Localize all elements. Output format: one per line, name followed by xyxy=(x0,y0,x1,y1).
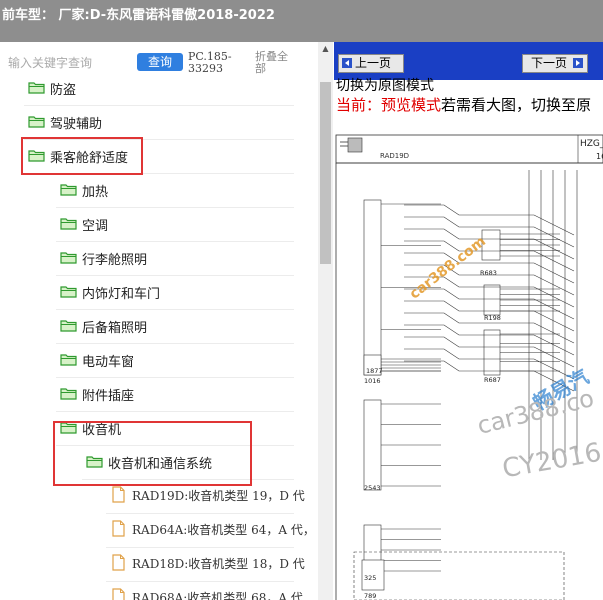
tree-item-label: 加热 xyxy=(82,185,109,200)
tree-folder-item[interactable]: 内饰灯和车门 xyxy=(60,276,160,302)
scroll-up-icon[interactable]: ▲ xyxy=(318,44,333,54)
scroll-thumb[interactable] xyxy=(320,82,331,264)
tree-item-label: RAD64A:收音机类型 64，A 代， xyxy=(132,523,315,537)
tree-folder-item[interactable]: 电动车窗 xyxy=(60,344,134,370)
component-block xyxy=(363,199,382,376)
module-outline xyxy=(353,551,565,600)
tree-row-divider xyxy=(56,241,294,242)
next-arrow-icon xyxy=(573,58,583,68)
document-icon xyxy=(112,554,125,571)
tree-item-label: 附件插座 xyxy=(82,389,135,404)
highlight-box-cabin xyxy=(21,137,143,175)
prev-page-button[interactable]: 上一页 xyxy=(338,54,404,73)
tree-row-divider xyxy=(106,547,294,548)
viewer-panel: 上一页 下一页 切换为原图模式 当前：预览模式若需看大图，切换至原 RAD19D… xyxy=(334,42,603,600)
document-icon xyxy=(112,588,125,600)
pc-code: PC.185-33293 xyxy=(188,50,232,75)
tree-folder-item[interactable]: 加热 xyxy=(60,174,108,200)
tree-folder-item[interactable]: 驾驶辅助 xyxy=(28,106,102,132)
component-block xyxy=(483,329,501,376)
page-title: 前车型： 厂家:D-东风雷诺科雷傲2018-2022 xyxy=(2,8,275,23)
tree-item-label: 后备箱照明 xyxy=(82,321,148,336)
diagram-title-right: HZG_ xyxy=(580,139,603,149)
tree-row-divider xyxy=(56,275,294,276)
tree-row-divider xyxy=(56,309,294,310)
highlight-box-radio xyxy=(53,421,252,486)
mode-hint: 若需看大图，切换至原 xyxy=(441,96,592,114)
tree-row-divider xyxy=(56,377,294,378)
prev-arrow-icon xyxy=(342,58,352,68)
tree-folder-item[interactable]: 后备箱照明 xyxy=(60,310,147,336)
folder-icon xyxy=(28,116,45,128)
tree-item-label: 行李舱照明 xyxy=(82,253,148,268)
collapse-all-button[interactable]: 折叠全部 xyxy=(255,51,297,75)
component-label: R198 xyxy=(484,314,501,322)
tree-scrollbar[interactable]: ▲ xyxy=(318,42,333,600)
query-button[interactable]: 查询 xyxy=(137,53,183,71)
folder-icon xyxy=(60,184,77,196)
original-mode-link[interactable]: 切换为原图模式 xyxy=(336,75,434,95)
folder-icon xyxy=(60,252,77,264)
tree-row-divider xyxy=(106,513,294,514)
folder-icon xyxy=(28,82,45,94)
mode-current: 当前：预览模式 xyxy=(336,96,442,114)
next-page-label: 下一页 xyxy=(531,56,568,70)
tree-folder-item[interactable]: 附件插座 xyxy=(60,378,134,404)
tree-row-divider xyxy=(56,343,294,344)
tree-row-divider xyxy=(24,105,294,106)
tree-item-label: RAD19D:收音机类型 19，D 代 xyxy=(132,489,305,503)
tree-item-label: 电动车窗 xyxy=(82,355,135,370)
document-icon xyxy=(112,486,125,503)
tree-item-label: 内饰灯和车门 xyxy=(82,287,161,302)
tree-item-label: RAD18D:收音机类型 18，D 代 xyxy=(132,557,305,571)
mode-status: 当前：预览模式若需看大图，切换至原 xyxy=(336,94,591,115)
left-panel: 输入关键字查询 查询 PC.185-33293 折叠全部 防盗 驾驶辅助 乘客舱舒适… xyxy=(0,42,333,600)
tree-folder-item[interactable]: 防盗 xyxy=(28,72,76,98)
component-label: 789 xyxy=(364,592,376,600)
folder-icon xyxy=(60,286,77,298)
diagram-title-left: RAD19D xyxy=(380,152,409,160)
folder-icon xyxy=(60,354,77,366)
wiring-diagram[interactable]: RAD19D HZG_ 16 R683 R198 R687 1877 1016 2543 3… xyxy=(334,130,603,600)
search-row: 输入关键字查询 查询 PC.185-33293 折叠全部 xyxy=(0,42,318,82)
tree-row-divider xyxy=(56,411,294,412)
component-label: 1016 xyxy=(364,377,381,385)
component-block xyxy=(363,399,382,491)
folder-icon xyxy=(60,218,77,230)
tree-folder-item[interactable]: 空调 xyxy=(60,208,108,234)
diagram-title-right-sub: 16 xyxy=(596,152,603,161)
tree-folder-item[interactable]: 行李舱照明 xyxy=(60,242,147,268)
tree-item-label: 防盗 xyxy=(50,83,77,98)
title-bar: 前车型： 厂家:D-东风雷诺科雷傲2018-2022 xyxy=(0,0,603,42)
document-icon xyxy=(112,520,125,537)
component-label: 1877 xyxy=(366,367,383,375)
component-label: 325 xyxy=(364,574,376,582)
tree-row-divider xyxy=(106,581,294,582)
component-block xyxy=(483,284,501,316)
prev-page-label: 上一页 xyxy=(355,56,392,70)
folder-icon xyxy=(60,388,77,400)
component-label: R683 xyxy=(480,269,497,277)
tree-item-label: 空调 xyxy=(82,219,109,234)
component-label: R687 xyxy=(484,376,501,384)
search-input[interactable]: 输入关键字查询 xyxy=(8,54,130,72)
folder-icon xyxy=(60,320,77,332)
tree-row-divider xyxy=(56,207,294,208)
tree-item-label: 驾驶辅助 xyxy=(50,117,103,132)
component-label: 2543 xyxy=(364,484,381,492)
tree-item-label: RAD68A:收音机类型 68，A 代 xyxy=(132,591,303,600)
next-page-button[interactable]: 下一页 xyxy=(522,54,588,73)
